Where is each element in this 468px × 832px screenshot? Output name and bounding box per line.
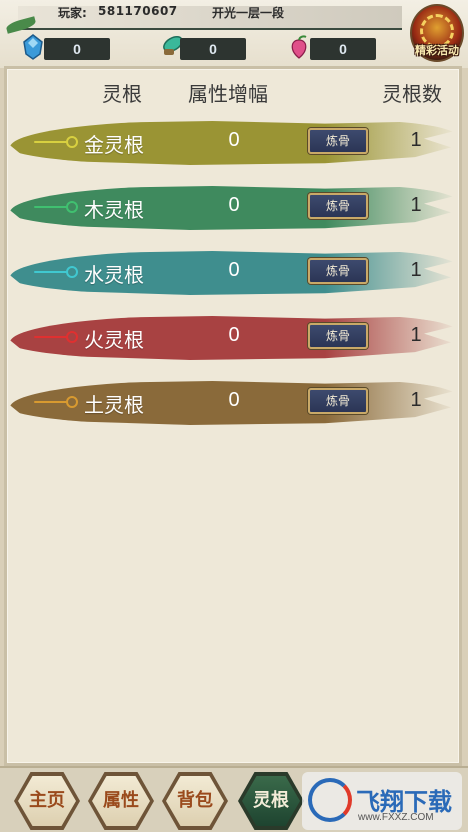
nav-home-label: 主页 <box>18 776 76 826</box>
player-label: 玩家: <box>58 6 87 20</box>
spirit-root-count: 1 <box>410 259 422 281</box>
cloud-swirl-icon <box>34 394 78 410</box>
spirit-root-name: 水灵根 <box>84 263 144 287</box>
refine-bone-button[interactable]: 炼骨 <box>308 258 368 284</box>
refine-bone-button[interactable]: 炼骨 <box>308 128 368 154</box>
spirit-root-name: 木灵根 <box>84 198 144 222</box>
spirit-stone-icon <box>23 34 43 60</box>
attribute-bonus-value: 0 <box>228 194 240 216</box>
cloud-swirl-icon <box>34 199 78 215</box>
spirit-root-name: 火灵根 <box>84 328 144 352</box>
spirit-root-count: 1 <box>410 389 422 411</box>
table-row: 土灵根 0 炼骨 1 <box>0 378 468 428</box>
cultivation-realm: 开光一层一段 <box>212 6 285 20</box>
table-row: 火灵根 0 炼骨 1 <box>0 313 468 363</box>
spirit-root-name: 金灵根 <box>84 133 144 157</box>
cloud-swirl-icon <box>34 264 78 280</box>
refine-bone-button[interactable]: 炼骨 <box>308 323 368 349</box>
spirit-root-count: 1 <box>410 194 422 216</box>
jade-herb-count: 0 <box>180 38 246 60</box>
spirit-stone-count: 0 <box>44 38 110 60</box>
spirit-root-count: 1 <box>410 129 422 151</box>
refine-bone-button[interactable]: 炼骨 <box>308 388 368 414</box>
peach-count: 0 <box>310 38 376 60</box>
table-row: 金灵根 0 炼骨 1 <box>0 118 468 168</box>
header-root: 灵根 <box>102 82 142 106</box>
attribute-bonus-value: 0 <box>228 389 240 411</box>
watermark-url: www.FXXZ.COM <box>358 812 434 823</box>
nav-spirit-root-label: 灵根 <box>242 776 300 826</box>
nav-bag-label: 背包 <box>166 776 224 826</box>
event-label: 精彩活动 <box>415 44 459 57</box>
site-logo-icon <box>308 778 352 822</box>
table-row: 水灵根 0 炼骨 1 <box>0 248 468 298</box>
attribute-bonus-value: 0 <box>228 129 240 151</box>
spirit-root-count: 1 <box>410 324 422 346</box>
refine-bone-button[interactable]: 炼骨 <box>308 193 368 219</box>
attribute-bonus-value: 0 <box>228 259 240 281</box>
spirit-root-name: 土灵根 <box>84 393 144 417</box>
cloud-swirl-icon <box>34 134 78 150</box>
table-header: 灵根 属性增幅 灵根数 <box>0 78 468 108</box>
header-bonus: 属性增幅 <box>188 82 268 106</box>
watermark: 飞翔下载 www.FXXZ.COM <box>302 772 462 830</box>
cloud-swirl-icon <box>34 329 78 345</box>
nav-attributes-label: 属性 <box>92 776 150 826</box>
attribute-bonus-value: 0 <box>228 324 240 346</box>
peach-icon <box>291 35 307 59</box>
table-row: 木灵根 0 炼骨 1 <box>0 183 468 233</box>
header-count: 灵根数 <box>382 82 442 106</box>
player-id: 581170607 <box>98 4 178 18</box>
